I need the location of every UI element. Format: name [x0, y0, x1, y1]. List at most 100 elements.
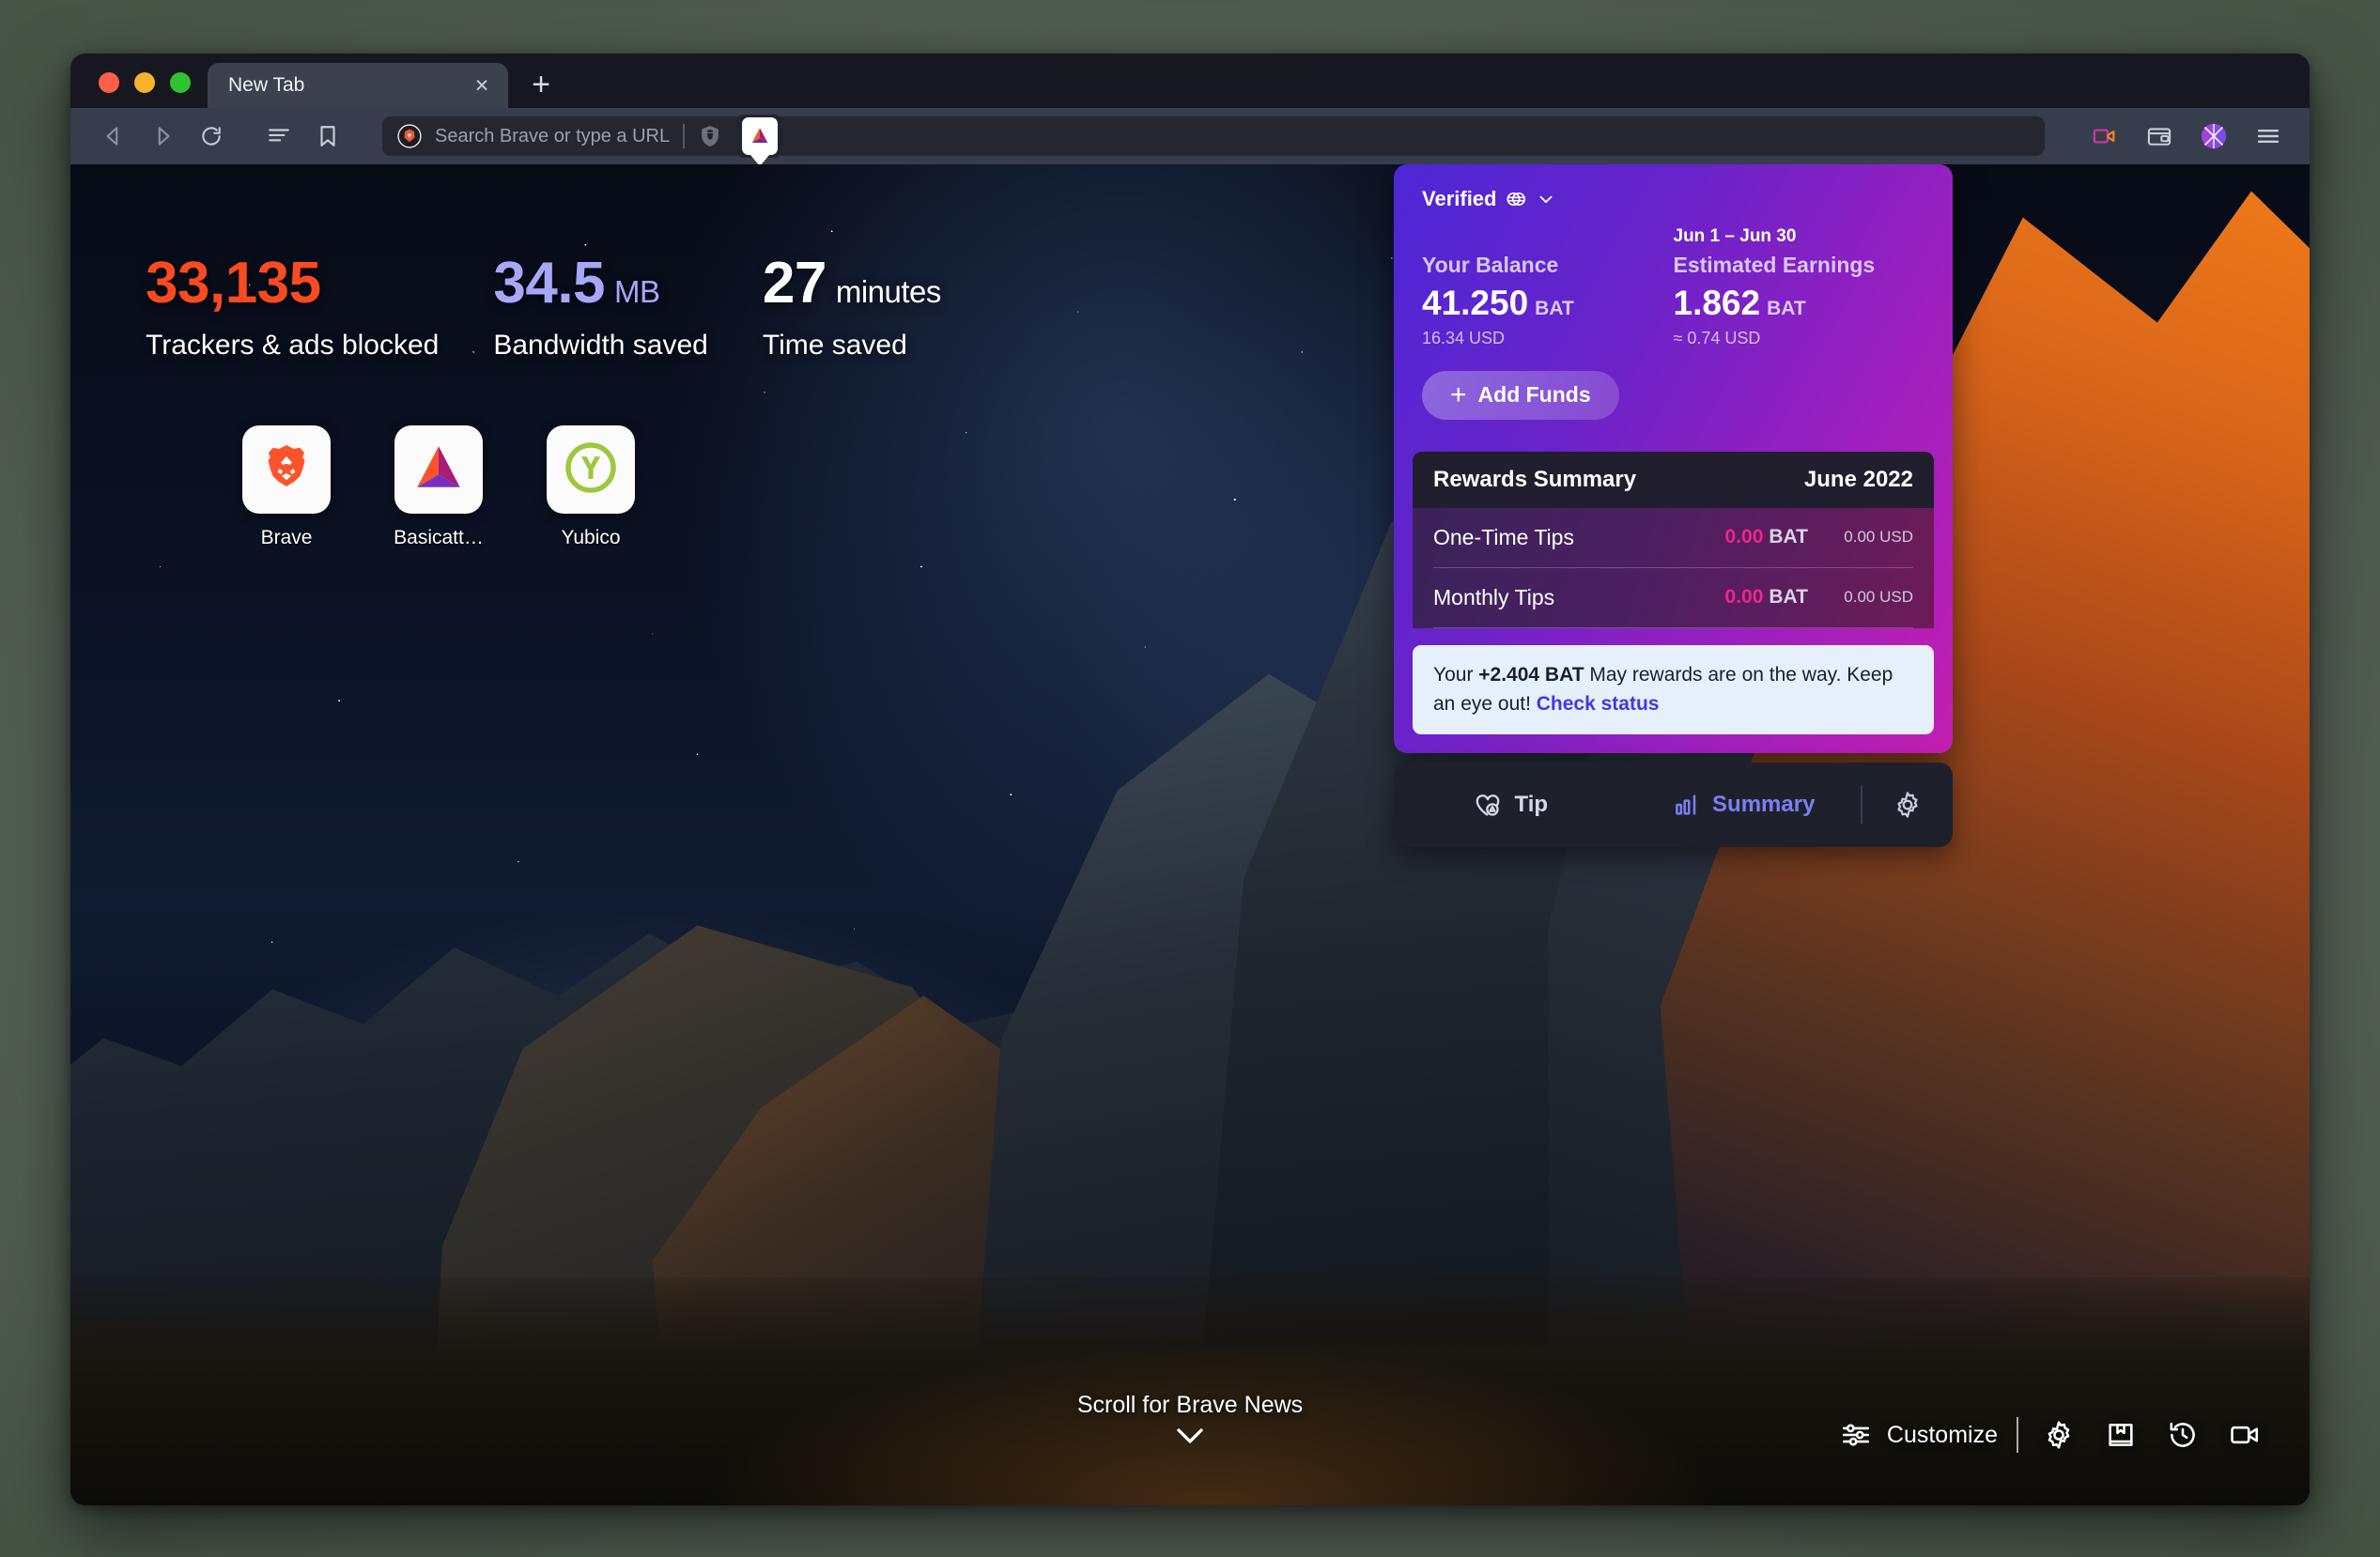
- stat-bandwidth-saved: 34.5 MB Bandwidth saved: [493, 254, 708, 362]
- earnings-amount: 1.862 BAT: [1673, 284, 1806, 322]
- rewards-card: Verified Your Balance 41.250 BAT 16.34 U…: [1394, 164, 1953, 753]
- row-bat: 0.00 BAT: [1724, 526, 1808, 548]
- brave-shields-icon[interactable]: [694, 120, 726, 152]
- summary-title: Rewards Summary: [1433, 466, 1637, 492]
- rewards-footer-tabs: Tip Summary: [1394, 762, 1953, 847]
- tab-tip[interactable]: Tip: [1394, 790, 1628, 820]
- row-label: One-Time Tips: [1433, 524, 1574, 549]
- site-tile[interactable]: [394, 425, 483, 514]
- scroll-hint-label: Scroll for Brave News: [1076, 1392, 1304, 1418]
- tab-summary[interactable]: Summary: [1628, 791, 1862, 819]
- row-label: Monthly Tips: [1433, 584, 1555, 609]
- plus-icon: +: [1450, 378, 1467, 410]
- brave-rewards-widget: Verified Your Balance 41.250 BAT 16.34 U…: [1394, 164, 1953, 847]
- gemini-custodian-icon: [1505, 188, 1527, 210]
- balance-heading: Your Balance: [1422, 253, 1559, 277]
- settings-gear-icon[interactable]: [2037, 1413, 2080, 1457]
- earnings-heading: Estimated Earnings: [1673, 253, 1876, 277]
- earnings-usd: ≈ 0.74 USD: [1673, 328, 1761, 347]
- rewards-summary-panel: Rewards Summary June 2022 One-Time Tips …: [1413, 451, 1934, 628]
- back-arrow-icon[interactable]: [93, 116, 134, 157]
- reading-list-icon[interactable]: [258, 116, 300, 157]
- minimize-window-button[interactable]: [134, 72, 155, 93]
- balance-amount: 41.250 BAT: [1422, 284, 1574, 322]
- earnings-date-range: Jun 1 – Jun 30: [1673, 226, 1797, 246]
- summary-rows: One-Time Tips 0.00 BAT 0.00 USD Monthly T…: [1413, 507, 1934, 628]
- rewards-card-top: Verified Your Balance 41.250 BAT 16.34 U…: [1394, 164, 1953, 444]
- yubico-y-icon: [562, 439, 620, 501]
- top-site-brave[interactable]: Brave: [221, 425, 352, 549]
- rewards-status-row[interactable]: Verified: [1422, 187, 1924, 211]
- history-clock-icon[interactable]: [2161, 1413, 2204, 1457]
- notice-prefix: Your: [1433, 663, 1479, 686]
- stat-value: 33,135: [146, 251, 321, 316]
- add-funds-label: Add Funds: [1477, 382, 1591, 408]
- maximize-window-button[interactable]: [170, 72, 191, 93]
- add-funds-button[interactable]: + Add Funds: [1422, 370, 1619, 420]
- balance-usd: 16.34 USD: [1422, 328, 1506, 347]
- site-name: Basicatt…: [394, 527, 484, 548]
- summary-header: Rewards Summary June 2022: [1413, 451, 1934, 508]
- background-stars: [70, 164, 2310, 1505]
- newtab-controls: Customize: [1840, 1413, 2266, 1457]
- bat-triangle-icon: [411, 440, 466, 500]
- forward-arrow-icon[interactable]: [142, 116, 183, 157]
- row-usd: 0.00 USD: [1844, 528, 1913, 547]
- site-tile[interactable]: [547, 425, 635, 514]
- desktop-backdrop: New Tab × + Search Brave or type a URL 3…: [0, 0, 2380, 1557]
- row-usd: 0.00 USD: [1844, 588, 1913, 607]
- rewards-settings-button[interactable]: [1862, 790, 1953, 820]
- brave-search-lion-icon: [397, 124, 422, 148]
- stat-time-saved: 27 minutes Time saved: [762, 251, 942, 362]
- brave-talk-camera-icon[interactable]: [2084, 116, 2125, 157]
- notice-amount: +2.404 BAT: [1478, 663, 1584, 686]
- sliders-icon: [1840, 1419, 1872, 1451]
- address-bar[interactable]: Search Brave or type a URL: [382, 115, 2045, 158]
- row-bat: 0.00 BAT: [1724, 586, 1808, 609]
- customize-label: Customize: [1886, 1421, 1998, 1448]
- tab-new-tab[interactable]: New Tab ×: [208, 63, 508, 108]
- check-status-link[interactable]: Check status: [1537, 693, 1660, 715]
- stat-value: 27 minutes: [762, 251, 942, 316]
- site-name: Yubico: [561, 527, 621, 548]
- rewards-status-label: Verified: [1422, 187, 1497, 210]
- settings-gear-icon: [1893, 790, 1923, 820]
- close-window-button[interactable]: [99, 72, 119, 93]
- bookmarks-book-icon[interactable]: [2099, 1413, 2142, 1457]
- stat-label: Bandwidth saved: [493, 330, 708, 361]
- customize-button[interactable]: Customize: [1840, 1419, 1998, 1451]
- top-sites: Brave Basicatt… Yubico: [221, 425, 657, 549]
- top-site-yubico[interactable]: Yubico: [525, 425, 657, 549]
- close-tab-button[interactable]: ×: [469, 72, 495, 99]
- brave-lion-icon: [258, 439, 315, 501]
- site-name: Brave: [260, 527, 313, 548]
- site-tile[interactable]: [242, 425, 331, 514]
- new-tab-button[interactable]: +: [521, 65, 561, 104]
- heart-bat-tip-icon: [1473, 790, 1503, 820]
- bookmark-icon[interactable]: [307, 116, 348, 157]
- tab-title: New Tab: [228, 74, 305, 96]
- controls-divider: [2017, 1417, 2018, 1453]
- address-bar-placeholder: Search Brave or type a URL: [435, 125, 671, 146]
- balance-spacer: [1422, 226, 1674, 249]
- reload-icon[interactable]: [191, 116, 232, 157]
- tab-summary-label: Summary: [1712, 791, 1816, 817]
- rewards-balance-columns: Your Balance 41.250 BAT 16.34 USD Jun 1 –…: [1422, 226, 1924, 348]
- omnibox-action-icons: [683, 115, 783, 158]
- rewards-balance-column: Your Balance 41.250 BAT 16.34 USD: [1422, 226, 1674, 348]
- omnibox-divider: [683, 124, 686, 148]
- tab-tip-label: Tip: [1514, 791, 1549, 817]
- chevron-down-icon[interactable]: [1536, 189, 1556, 209]
- brave-talk-camera-icon[interactable]: [2223, 1413, 2266, 1457]
- brave-wallet-icon[interactable]: [2139, 116, 2180, 157]
- notice-text: Your +2.404 BAT May rewards are on the w…: [1433, 660, 1913, 719]
- top-site-basicattention[interactable]: Basicatt…: [373, 425, 504, 549]
- brave-profile-avatar-icon[interactable]: [2193, 116, 2234, 157]
- table-row: Monthly Tips 0.00 BAT 0.00 USD: [1433, 568, 1913, 628]
- window-traffic-lights: [70, 72, 208, 108]
- tab-strip: New Tab × +: [70, 54, 2310, 108]
- chevron-down-icon[interactable]: [1173, 1425, 1207, 1447]
- browser-menu-icon[interactable]: [2248, 116, 2289, 157]
- bat-triangle-icon[interactable]: [742, 117, 779, 155]
- brave-rewards-button[interactable]: [735, 115, 783, 158]
